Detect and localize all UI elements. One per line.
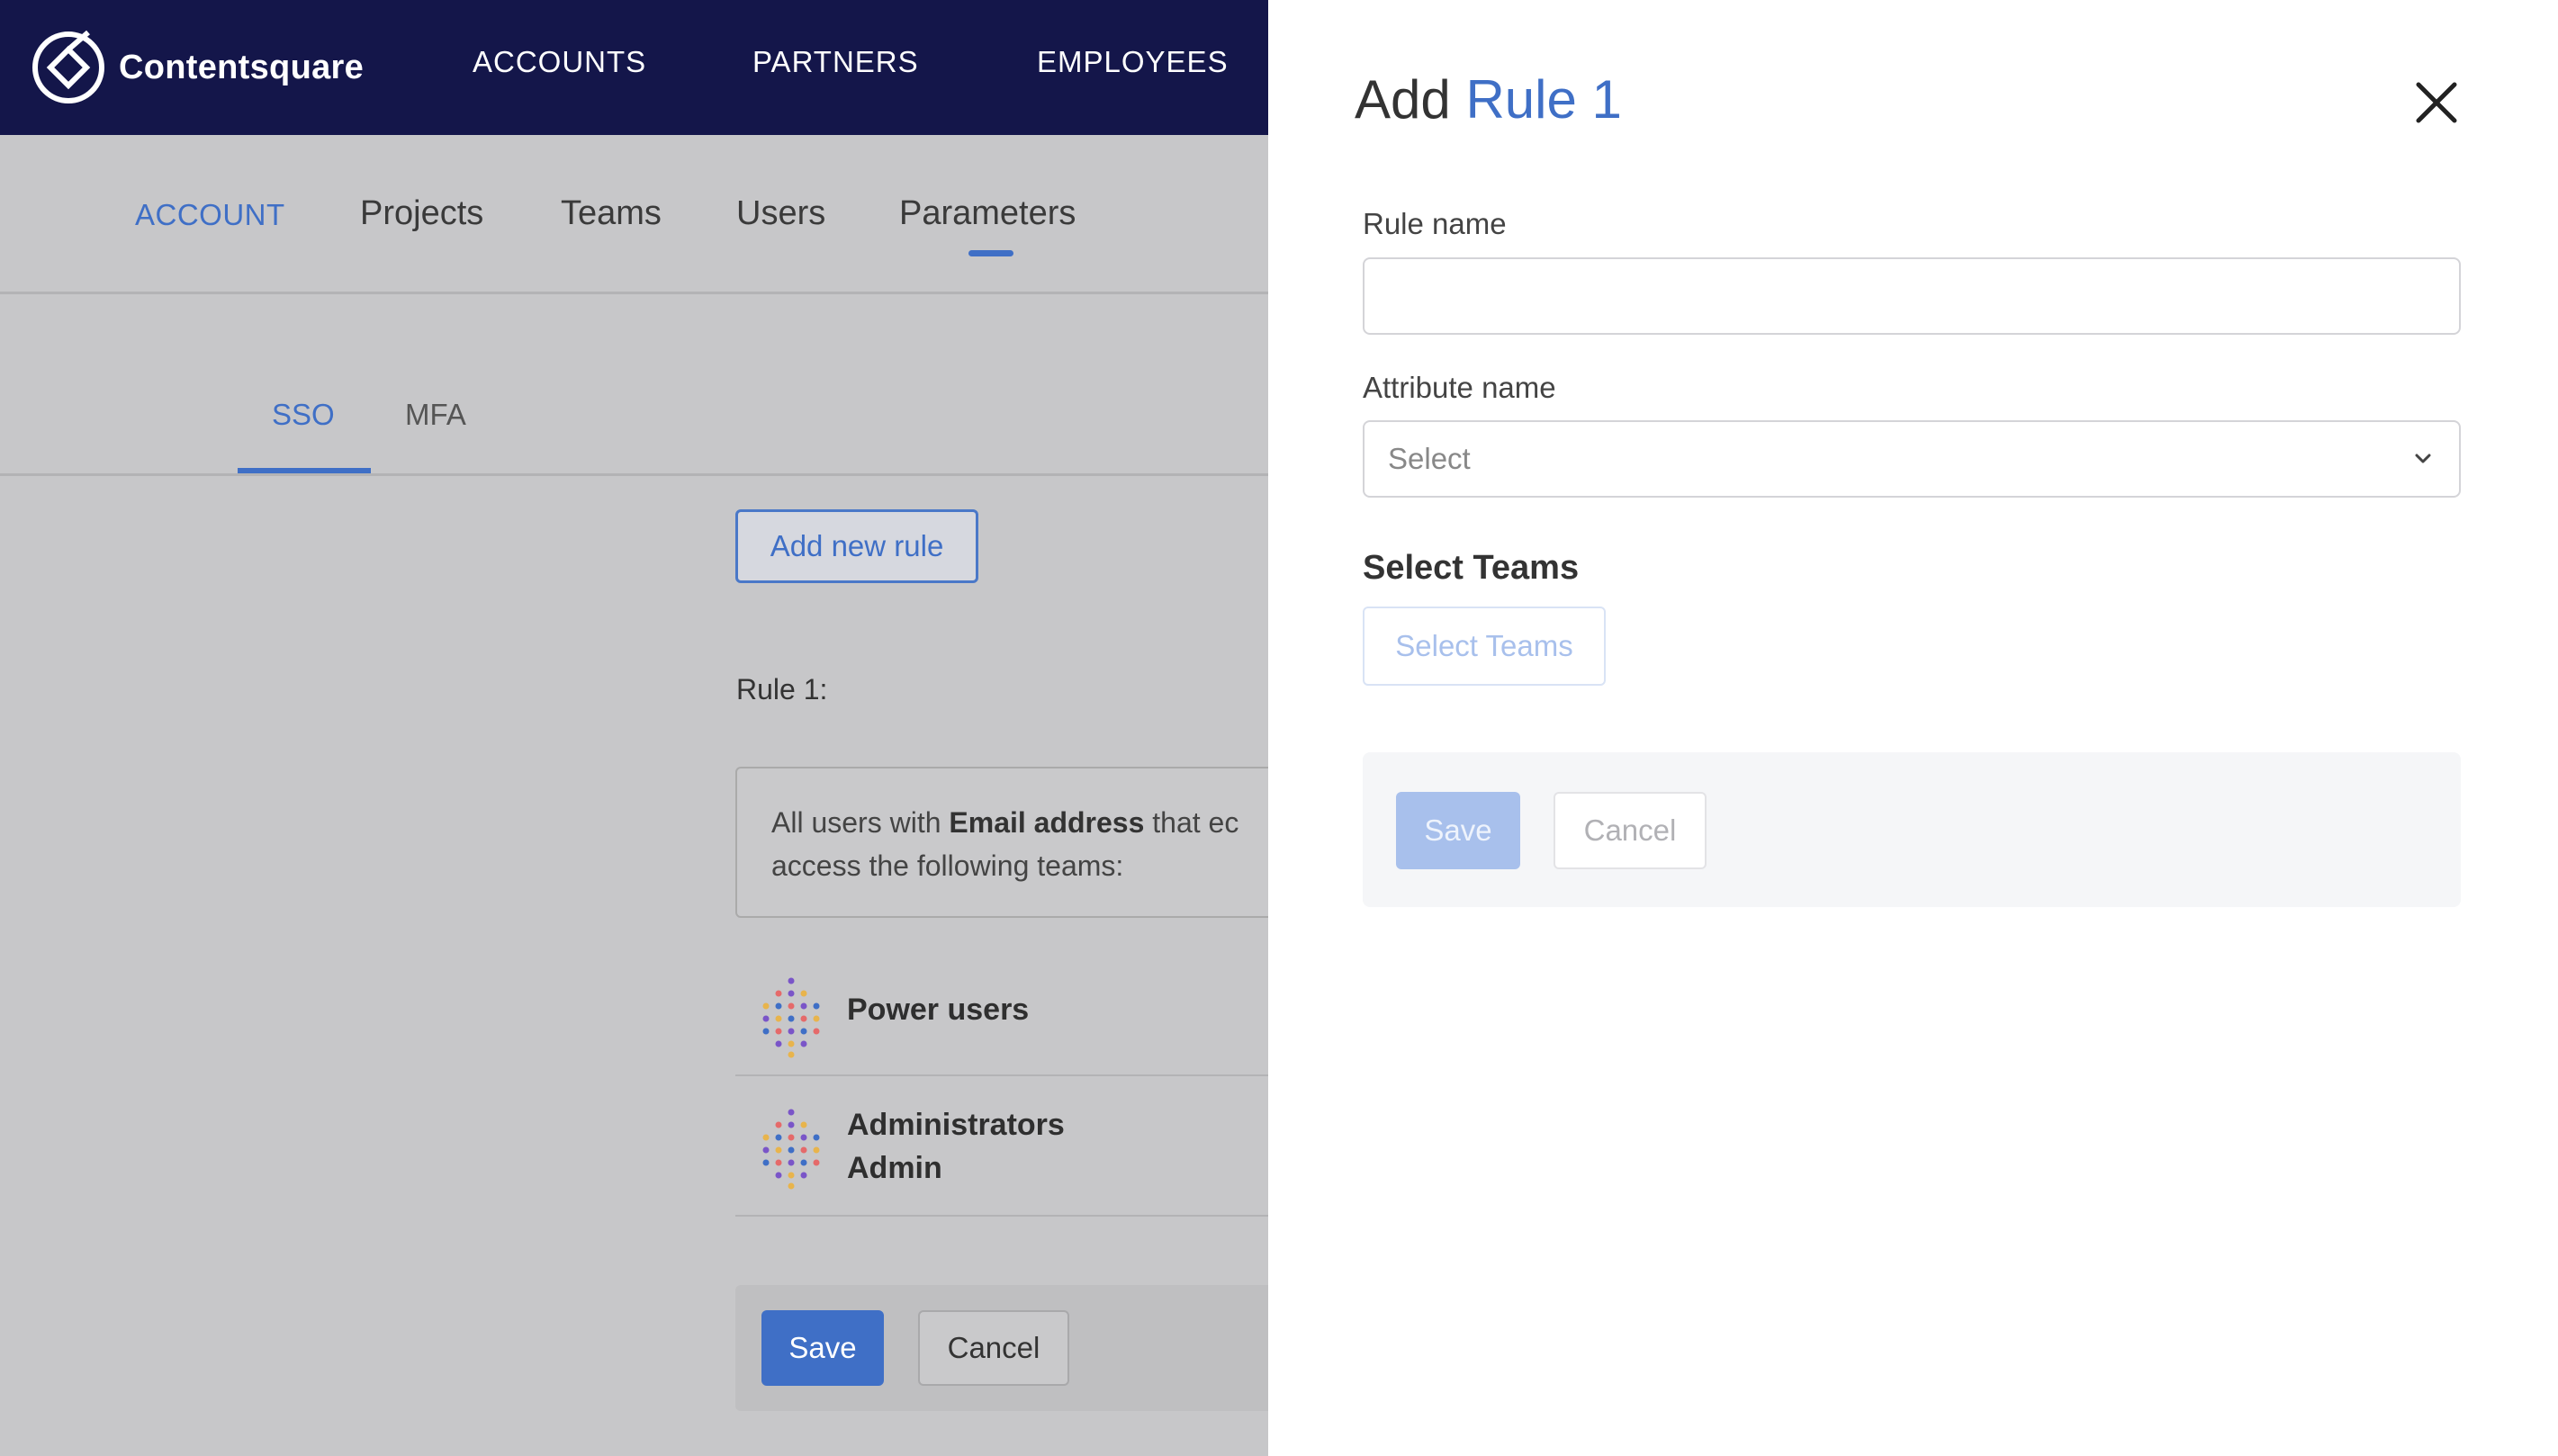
background-page: Contentsquare ACCOUNTS PARTNERS EMPLOYEE… [0, 0, 1268, 1456]
contentsquare-logo-icon [32, 30, 104, 103]
topnav-partners[interactable]: PARTNERS [752, 45, 919, 79]
brand-logo[interactable]: Contentsquare [31, 25, 364, 110]
drawer-title-prefix: Add [1355, 69, 1451, 130]
brand-name: Contentsquare [119, 48, 365, 86]
sso-tab-indicator [238, 468, 371, 473]
attribute-select-placeholder: Select [1388, 442, 1471, 475]
list-item: Administrators Admin [735, 1076, 1268, 1217]
drawer-title: Add Rule 1 [1355, 68, 1622, 130]
team-dots-icon [762, 977, 820, 1058]
team-dots-icon [762, 1109, 820, 1190]
add-rule-drawer: Add Rule 1 Rule name Attribute name Sele… [1268, 0, 2558, 1456]
active-tab-indicator [968, 250, 1013, 256]
rule-desc-bold: Email address [949, 806, 1145, 839]
rule-label: Rule 1: [736, 673, 828, 706]
page-cancel-button[interactable]: Cancel [918, 1310, 1069, 1386]
drawer-cancel-button[interactable]: Cancel [1554, 792, 1707, 869]
tab-users[interactable]: Users [736, 194, 825, 233]
tab-parameters[interactable]: Parameters [899, 194, 1076, 233]
tab-projects[interactable]: Projects [360, 194, 483, 233]
tab-sso[interactable]: SSO [272, 398, 335, 432]
topnav-accounts[interactable]: ACCOUNTS [473, 45, 646, 79]
rule-desc-line2: access the following teams: [771, 849, 1124, 882]
team-name: Power users [847, 993, 1030, 1027]
drawer-action-bar [1363, 752, 2461, 907]
rule-description: All users with Email address that ec acc… [735, 767, 1268, 918]
drawer-save-button[interactable]: Save [1396, 792, 1520, 869]
close-icon [2416, 82, 2457, 123]
team-subname: Admin [847, 1151, 942, 1185]
attribute-name-select[interactable]: Select [1363, 420, 2461, 498]
select-teams-button[interactable]: Select Teams [1363, 607, 1606, 686]
topnav-employees[interactable]: EMPLOYEES [1037, 45, 1229, 79]
select-teams-heading: Select Teams [1363, 549, 1580, 587]
attribute-name-label: Attribute name [1363, 371, 1556, 404]
list-item: Power users [735, 970, 1268, 1076]
tab-teams[interactable]: Teams [561, 194, 662, 233]
tab-account[interactable]: ACCOUNT [135, 198, 285, 232]
close-button[interactable] [2409, 76, 2463, 130]
team-name: Administrators [847, 1108, 1065, 1142]
rule-name-label: Rule name [1363, 207, 1507, 240]
rule-desc-pre: All users with [771, 806, 950, 839]
top-navigation: Contentsquare ACCOUNTS PARTNERS EMPLOYEE… [0, 0, 1268, 135]
account-subnav: ACCOUNT Projects Teams Users Parameters [0, 135, 1268, 294]
chevron-down-icon [2415, 454, 2431, 463]
drawer-title-accent: Rule 1 [1465, 69, 1622, 130]
add-new-rule-button[interactable]: Add new rule [735, 509, 978, 583]
tab-mfa[interactable]: MFA [405, 398, 466, 432]
page-save-button[interactable]: Save [761, 1310, 884, 1386]
auth-method-tabs: SSO MFA [0, 292, 1268, 476]
rule-desc-post: that ec [1144, 806, 1239, 839]
rule-name-input[interactable] [1363, 257, 2461, 335]
